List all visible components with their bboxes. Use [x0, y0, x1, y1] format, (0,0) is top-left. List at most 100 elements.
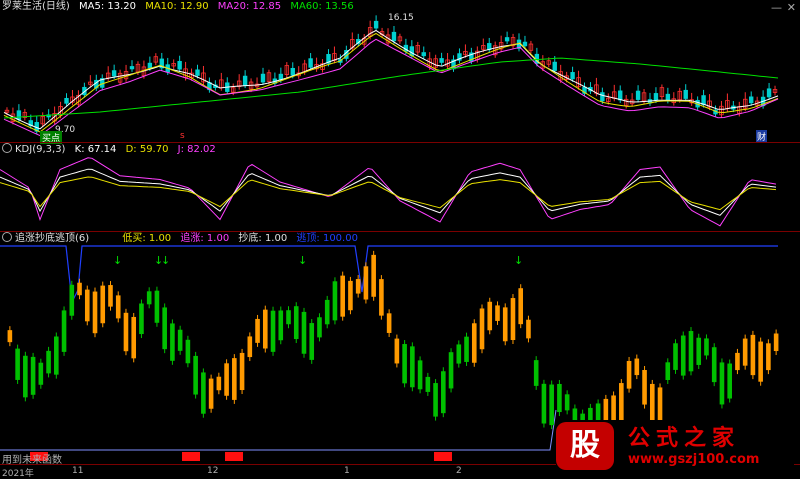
signal-bar: [7, 330, 13, 343]
candle-body: [147, 62, 153, 69]
signal-bar: [262, 309, 268, 349]
signal-bar: [425, 376, 431, 392]
signal-bar: [657, 387, 663, 423]
watermark-stamp: 股: [556, 422, 614, 470]
axis-label-dec: 12: [207, 466, 219, 476]
price-panel: 罗莱生活(日线) MA5: 13.20 MA10: 12.90 MA20: 12…: [0, 0, 800, 144]
candle-body: [570, 72, 575, 80]
signal-bar: [84, 289, 90, 322]
signal-bar: [595, 403, 601, 422]
signal-bar: [61, 310, 67, 352]
signal-bar: [293, 306, 299, 340]
signal-bar: [379, 279, 384, 316]
signal-bar: [533, 360, 539, 386]
high-price-label: 16.15: [388, 13, 414, 23]
signal-bar: [247, 336, 253, 358]
candle-body: [421, 52, 426, 57]
signal-bar: [394, 338, 400, 364]
signal-bar: [541, 383, 547, 424]
signal-bar: [154, 290, 160, 323]
signal-bar: [100, 285, 106, 324]
signal-bar: [355, 279, 361, 294]
candle-body: [439, 58, 444, 63]
candle-body: [391, 31, 397, 42]
down-arrow-icon: ↓: [298, 254, 307, 267]
candle-body: [683, 89, 688, 99]
signal-bar: [348, 280, 353, 311]
axis-label-nov: 11: [72, 466, 84, 476]
signal-bar: [750, 334, 756, 376]
signal-bar: [185, 339, 191, 364]
candle-body: [552, 61, 557, 71]
signal-marker-block: [434, 452, 452, 461]
signal-bar: [108, 285, 113, 307]
signal-bar: [448, 352, 454, 389]
signal-bar: [619, 383, 624, 424]
candle-body: [522, 41, 528, 47]
signal-bar: [673, 343, 678, 370]
signal-bar: [711, 347, 717, 383]
signal-bar: [146, 291, 152, 305]
signal-bar: [464, 336, 469, 362]
signal-bar: [177, 329, 183, 351]
signal-bar: [363, 266, 369, 300]
signal-bar: [773, 333, 779, 352]
signal-bar: [758, 341, 763, 382]
candle-body: [129, 66, 135, 70]
signal-bar: [30, 356, 36, 395]
candle-body: [242, 75, 248, 86]
candle-body: [195, 69, 200, 76]
signal-bar: [123, 312, 129, 352]
signal-bar: [518, 288, 524, 325]
signal-bar: [564, 394, 570, 411]
watermark-url: www.gszj100.com: [628, 452, 760, 467]
signal-bar: [735, 352, 740, 371]
signal-bar: [487, 301, 493, 331]
signal-bar: [386, 313, 392, 333]
candle-body: [635, 90, 641, 100]
candle-body: [111, 70, 117, 77]
signal-bar: [626, 360, 632, 389]
s-marker: s: [180, 131, 185, 141]
kdj-chart: [0, 157, 777, 227]
signal-bar: [727, 363, 732, 399]
candle-body: [64, 97, 69, 104]
down-arrow-icon: ↓: [161, 254, 170, 267]
signal-bar: [471, 323, 477, 363]
signal-bar: [301, 311, 307, 354]
signal-bar: [704, 338, 709, 356]
signal-bar: [502, 307, 508, 342]
signal-bar: [742, 338, 748, 366]
signal-bar: [216, 376, 222, 391]
candle-body: [290, 67, 295, 76]
watermark-title: 公式之家: [628, 426, 741, 451]
signal-bar: [46, 350, 51, 374]
down-arrow-icon: ↓: [113, 254, 122, 267]
signal-bar: [115, 295, 121, 319]
signal-bar: [77, 282, 82, 296]
baseline-line: [0, 409, 557, 451]
signal-bar: [193, 355, 198, 395]
candle-body: [749, 96, 754, 104]
signal-bar: [270, 310, 276, 352]
candle-body: [177, 60, 182, 70]
candle-body: [308, 58, 313, 68]
signal-bar: [92, 291, 98, 334]
signal-bar: [719, 362, 725, 405]
signal-bar: [201, 372, 206, 414]
signal-bar: [38, 362, 44, 385]
signal-bar: [417, 360, 423, 390]
signal-bar: [54, 336, 59, 375]
signal-bar: [15, 348, 20, 380]
signal-bar: [317, 317, 322, 338]
candle-body: [665, 93, 671, 101]
signal-bar: [332, 281, 338, 321]
signal-bar: [286, 310, 291, 325]
signal-bar: [232, 358, 237, 400]
signal-bar: [433, 383, 438, 417]
signal-bar: [665, 362, 671, 380]
signal-bar: [255, 318, 260, 343]
signal-bar: [766, 343, 771, 371]
candle-body: [766, 88, 772, 98]
candle-body: [600, 92, 605, 102]
